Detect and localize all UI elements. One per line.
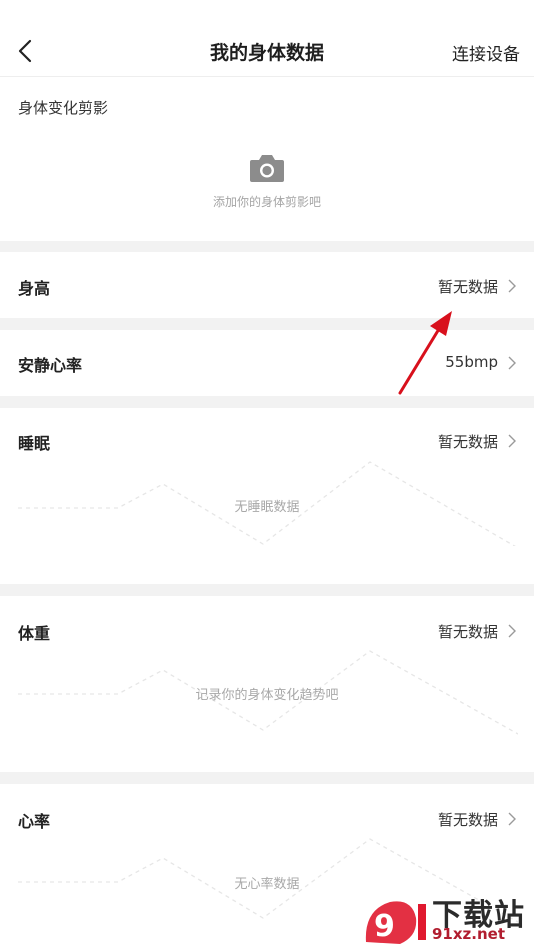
sleep-empty-label: 无睡眠数据 [234, 500, 300, 515]
height-title: 身高 [18, 279, 51, 298]
chevron-right-icon [508, 356, 516, 370]
chevron-right-icon [508, 434, 516, 448]
top-bar: 我的身体数据 连接设备 [0, 0, 534, 77]
height-row[interactable]: 身高 暂无数据 [0, 252, 534, 318]
body-photo-title: 身体变化剪影 [18, 99, 109, 117]
weight-value: 暂无数据 [437, 623, 498, 641]
chevron-right-icon [508, 624, 516, 638]
heart-rate-value: 暂无数据 [437, 811, 498, 829]
chevron-right-icon [508, 279, 516, 293]
height-value: 暂无数据 [437, 278, 498, 296]
sleep-title: 睡眠 [18, 434, 51, 453]
resting-heart-rate-row[interactable]: 安静心率 55bmp [0, 330, 534, 396]
sleep-value: 暂无数据 [437, 433, 498, 451]
heart-rate-title: 心率 [18, 812, 51, 831]
sleep-card[interactable]: 睡眠 暂无数据 无睡眠数据 [0, 408, 534, 584]
resting-heart-rate-value: 55bmp [445, 353, 498, 371]
weight-empty-label: 记录你的身体变化趋势吧 [195, 688, 339, 703]
chevron-right-icon [508, 812, 516, 826]
resting-heart-rate-title: 安静心率 [18, 356, 83, 375]
weight-card[interactable]: 体重 暂无数据 记录你的身体变化趋势吧 [0, 596, 534, 772]
connect-device-button[interactable]: 连接设备 [452, 40, 520, 65]
add-photo-hint[interactable]: 添加你的身体剪影吧 [0, 193, 534, 210]
weight-title: 体重 [18, 624, 51, 643]
svg-text:9: 9 [374, 909, 395, 944]
watermark-site: 91xz.net [432, 925, 506, 943]
camera-icon[interactable] [248, 152, 286, 184]
